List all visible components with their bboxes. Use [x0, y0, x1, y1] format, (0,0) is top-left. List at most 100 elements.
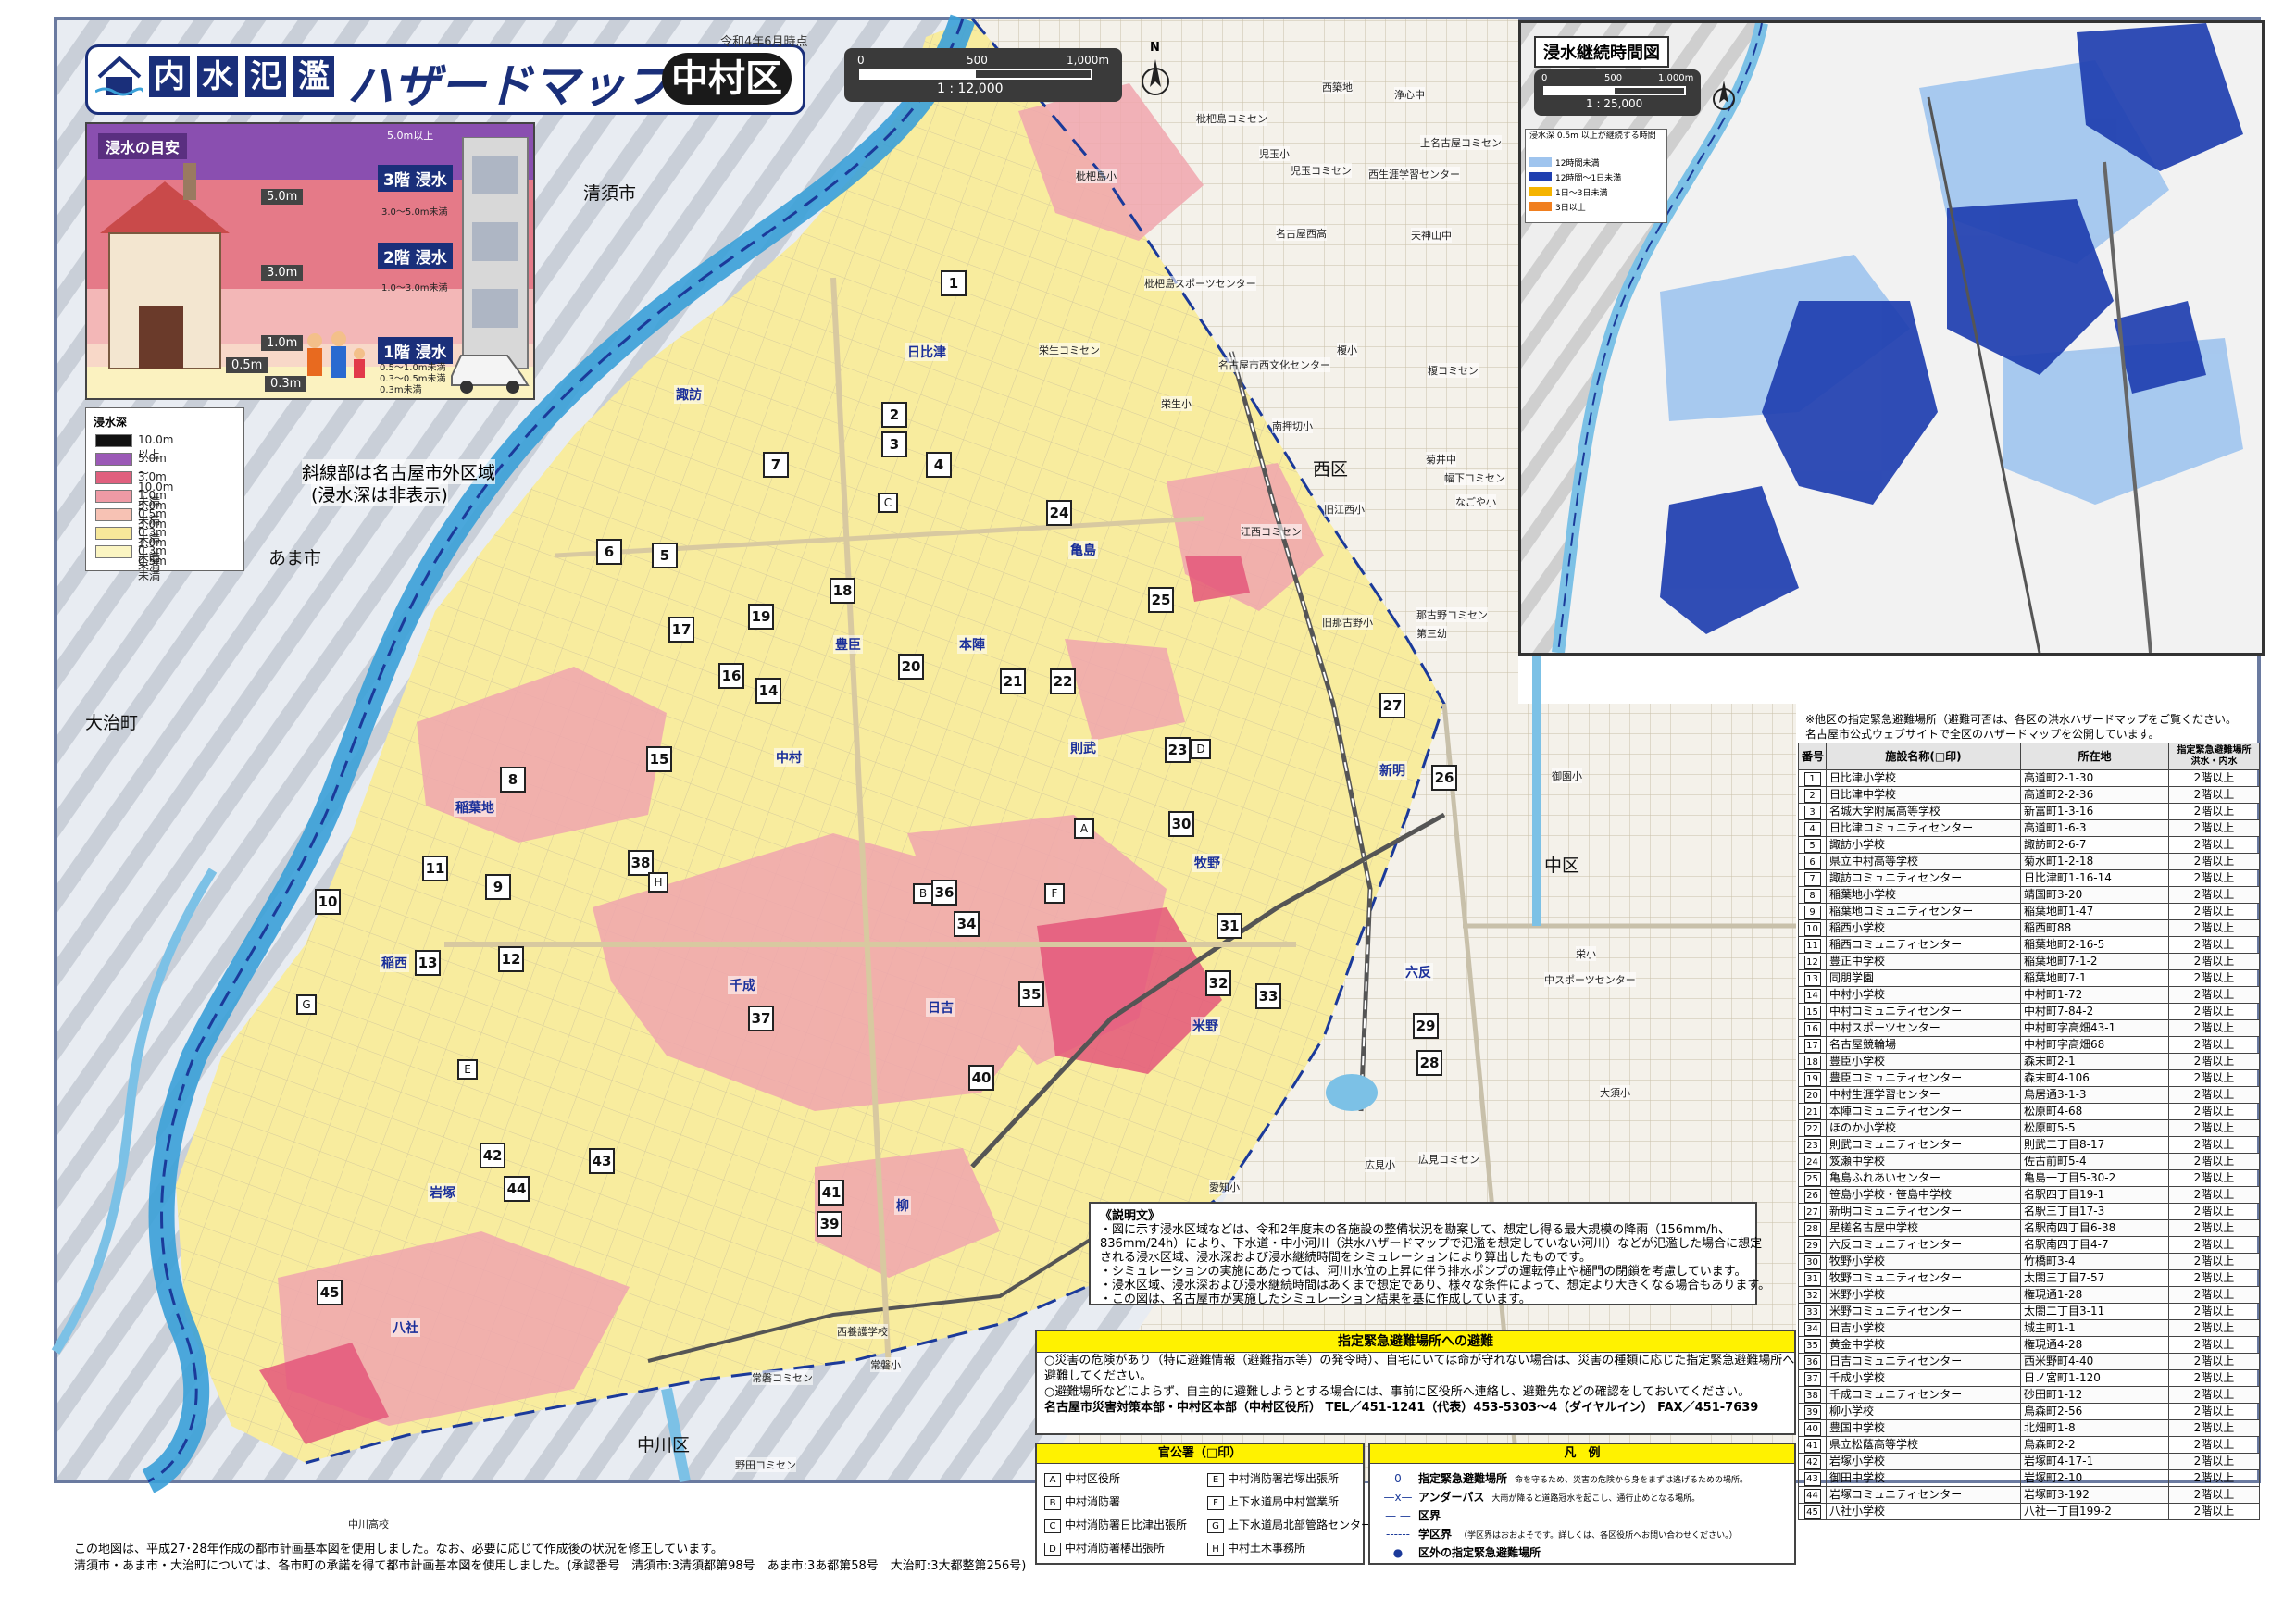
table-row[interactable]: 26 笹島小学校・笹島中学校 名駅四丁目19-1 2階以上 [1798, 1186, 2260, 1204]
shelter-marker-23[interactable]: 23 [1165, 737, 1191, 763]
shelter-marker-42[interactable]: 42 [480, 1143, 505, 1168]
table-row[interactable]: 27 新明コミュニティセンター 名駅三丁目17-3 2階以上 [1798, 1203, 2260, 1220]
table-row[interactable]: 38 千成コミュニティセンター 砂田町1-12 2階以上 [1798, 1386, 2260, 1404]
shelter-marker-15[interactable]: 15 [646, 746, 672, 772]
table-row[interactable]: 2 日比津中学校 高道町2-2-36 2階以上 [1798, 786, 2260, 804]
shelter-marker-13[interactable]: 13 [415, 950, 441, 976]
table-row[interactable]: 22 ほのか小学校 松原町5-5 2階以上 [1798, 1119, 2260, 1137]
office-marker-f[interactable]: F [1044, 883, 1065, 904]
office-marker-g[interactable]: G [296, 994, 317, 1015]
shelter-marker-37[interactable]: 37 [748, 1006, 774, 1031]
shelter-marker-8[interactable]: 8 [500, 767, 526, 793]
shelter-marker-17[interactable]: 17 [668, 617, 694, 643]
table-row[interactable]: 12 豊正中学校 稲葉地町7-1-2 2階以上 [1798, 953, 2260, 970]
shelter-marker-3[interactable]: 3 [881, 431, 907, 457]
shelter-marker-32[interactable]: 32 [1205, 970, 1231, 996]
office-marker-h[interactable]: H [648, 872, 668, 893]
table-row[interactable]: 37 千成小学校 日ノ宮町1-120 2階以上 [1798, 1369, 2260, 1387]
table-row[interactable]: 15 中村コミュニティセンター 中村町7-84-2 2階以上 [1798, 1003, 2260, 1020]
shelter-floor: 2階以上 [2168, 1269, 2260, 1287]
office-marker-d[interactable]: D [1191, 739, 1211, 759]
table-row[interactable]: 29 六反コミュニティセンター 名駅南四丁目4-7 2階以上 [1798, 1236, 2260, 1254]
table-row[interactable]: 9 稲葉地コミュニティセンター 稲葉地町1-47 2階以上 [1798, 903, 2260, 920]
shelter-marker-10[interactable]: 10 [315, 889, 341, 915]
table-row[interactable]: 24 笈瀬中学校 佐古前町5-4 2階以上 [1798, 1153, 2260, 1170]
shelter-marker-44[interactable]: 44 [504, 1176, 530, 1202]
shelter-marker-43[interactable]: 43 [589, 1148, 615, 1174]
table-row[interactable]: 35 黄金中学校 権現通4-28 2階以上 [1798, 1336, 2260, 1354]
table-row[interactable]: 43 御田中学校 岩塚町2-10 2階以上 [1798, 1469, 2260, 1487]
table-row[interactable]: 3 名城大学附属高等学校 新富町1-3-16 2階以上 [1798, 803, 2260, 820]
shelter-marker-36[interactable]: 36 [931, 880, 957, 906]
shelter-marker-21[interactable]: 21 [1000, 668, 1026, 694]
shelter-marker-6[interactable]: 6 [596, 539, 622, 565]
shelter-marker-24[interactable]: 24 [1046, 500, 1072, 526]
shelter-marker-34[interactable]: 34 [954, 911, 980, 937]
shelter-marker-11[interactable]: 11 [422, 856, 448, 881]
shelter-marker-35[interactable]: 35 [1018, 981, 1044, 1007]
office-marker-a[interactable]: A [1074, 818, 1094, 839]
table-row[interactable]: 1 日比津小学校 高道町2-1-30 2階以上 [1798, 769, 2260, 787]
shelter-marker-40[interactable]: 40 [968, 1065, 994, 1091]
shelter-marker-22[interactable]: 22 [1050, 668, 1076, 694]
table-row[interactable]: 5 諏訪小学校 諏訪町2-6-7 2階以上 [1798, 836, 2260, 854]
shelter-marker-28[interactable]: 28 [1416, 1050, 1442, 1076]
shelter-marker-4[interactable]: 4 [926, 452, 952, 478]
table-row[interactable]: 23 則武コミュニティセンター 則武二丁目8-17 2階以上 [1798, 1136, 2260, 1154]
shelter-marker-33[interactable]: 33 [1255, 983, 1281, 1009]
table-row[interactable]: 40 豊国中学校 北畑町1-8 2階以上 [1798, 1419, 2260, 1437]
inset-duration-map[interactable]: 浸水継続時間図 0 500 1,000m 1 : 25,000 浸水深 0.5m… [1518, 20, 2265, 656]
inset-north-arrow-icon [1713, 81, 1735, 110]
table-row[interactable]: 44 岩塚コミュニティセンター 岩塚町3-192 2階以上 [1798, 1486, 2260, 1504]
table-row[interactable]: 28 星槎名古屋中学校 名駅南四丁目6-38 2階以上 [1798, 1219, 2260, 1237]
shelter-marker-9[interactable]: 9 [485, 874, 511, 900]
table-row[interactable]: 36 日吉コミュニティセンター 西米野町4-40 2階以上 [1798, 1353, 2260, 1370]
office-marker-b[interactable]: B [913, 883, 933, 904]
shelter-marker-29[interactable]: 29 [1413, 1013, 1439, 1039]
table-row[interactable]: 42 岩塚小学校 岩塚町4-17-1 2階以上 [1798, 1453, 2260, 1470]
shelter-marker-20[interactable]: 20 [898, 654, 924, 680]
shelter-marker-26[interactable]: 26 [1431, 765, 1457, 791]
shelter-marker-14[interactable]: 14 [755, 678, 781, 704]
shelter-marker-25[interactable]: 25 [1148, 587, 1174, 613]
table-row[interactable]: 13 同朋学園 稲葉地町7-1 2階以上 [1798, 969, 2260, 987]
shelter-marker-18[interactable]: 18 [830, 578, 855, 604]
table-row[interactable]: 41 県立松蔭高等学校 鳥森町2-2 2階以上 [1798, 1436, 2260, 1454]
shelter-marker-19[interactable]: 19 [748, 604, 774, 630]
table-row[interactable]: 18 豊臣小学校 森末町2-1 2階以上 [1798, 1053, 2260, 1070]
shelter-marker-45[interactable]: 45 [317, 1280, 343, 1305]
table-row[interactable]: 31 牧野コミュニティセンター 太閤三丁目7-57 2階以上 [1798, 1269, 2260, 1287]
table-row[interactable]: 25 亀島ふれあいセンター 亀島一丁目5-30-2 2階以上 [1798, 1169, 2260, 1187]
table-row[interactable]: 14 中村小学校 中村町1-72 2階以上 [1798, 986, 2260, 1004]
shelter-marker-2[interactable]: 2 [881, 402, 907, 428]
table-row[interactable]: 11 稲西コミュニティセンター 稲葉地町2-16-5 2階以上 [1798, 936, 2260, 954]
table-row[interactable]: 20 中村生涯学習センター 鳥居通3-1-3 2階以上 [1798, 1086, 2260, 1104]
shelter-marker-16[interactable]: 16 [718, 663, 744, 689]
table-row[interactable]: 33 米野コミュニティセンター 太閤二丁目3-11 2階以上 [1798, 1303, 2260, 1320]
table-row[interactable]: 4 日比津コミュニティセンター 高道町1-6-3 2階以上 [1798, 819, 2260, 837]
office-marker-c[interactable]: C [878, 493, 898, 513]
table-row[interactable]: 45 八社小学校 八社一丁目199-2 2階以上 [1798, 1503, 2260, 1520]
shelter-marker-7[interactable]: 7 [763, 452, 789, 478]
table-row[interactable]: 7 諏訪コミュニティセンター 日比津町1-16-14 2階以上 [1798, 869, 2260, 887]
shelter-marker-41[interactable]: 41 [818, 1180, 844, 1206]
shelter-marker-27[interactable]: 27 [1379, 693, 1405, 718]
table-row[interactable]: 16 中村スポーツセンター 中村町字高畑43-1 2階以上 [1798, 1019, 2260, 1037]
table-row[interactable]: 39 柳小学校 鳥森町2-56 2階以上 [1798, 1403, 2260, 1420]
table-row[interactable]: 21 本陣コミュニティセンター 松原町4-68 2階以上 [1798, 1103, 2260, 1120]
table-row[interactable]: 10 稲西小学校 稲西町88 2階以上 [1798, 919, 2260, 937]
shelter-marker-5[interactable]: 5 [652, 543, 678, 568]
table-row[interactable]: 34 日吉小学校 城主町1-1 2階以上 [1798, 1319, 2260, 1337]
table-row[interactable]: 32 米野小学校 権現通1-28 2階以上 [1798, 1286, 2260, 1304]
table-row[interactable]: 19 豊臣コミュニティセンター 森末町4-106 2階以上 [1798, 1069, 2260, 1087]
table-row[interactable]: 17 名古屋競輪場 中村町字高畑68 2階以上 [1798, 1036, 2260, 1054]
shelter-marker-31[interactable]: 31 [1217, 913, 1242, 939]
shelter-marker-12[interactable]: 12 [498, 946, 524, 972]
table-row[interactable]: 8 稲葉地小学校 靖国町3-20 2階以上 [1798, 886, 2260, 904]
table-row[interactable]: 6 県立中村高等学校 菊水町1-2-18 2階以上 [1798, 853, 2260, 870]
shelter-marker-39[interactable]: 39 [817, 1211, 842, 1237]
table-row[interactable]: 30 牧野小学校 竹橋町3-4 2階以上 [1798, 1253, 2260, 1270]
shelter-marker-1[interactable]: 1 [941, 270, 967, 296]
shelter-marker-30[interactable]: 30 [1168, 811, 1194, 837]
office-marker-e[interactable]: E [457, 1059, 478, 1080]
